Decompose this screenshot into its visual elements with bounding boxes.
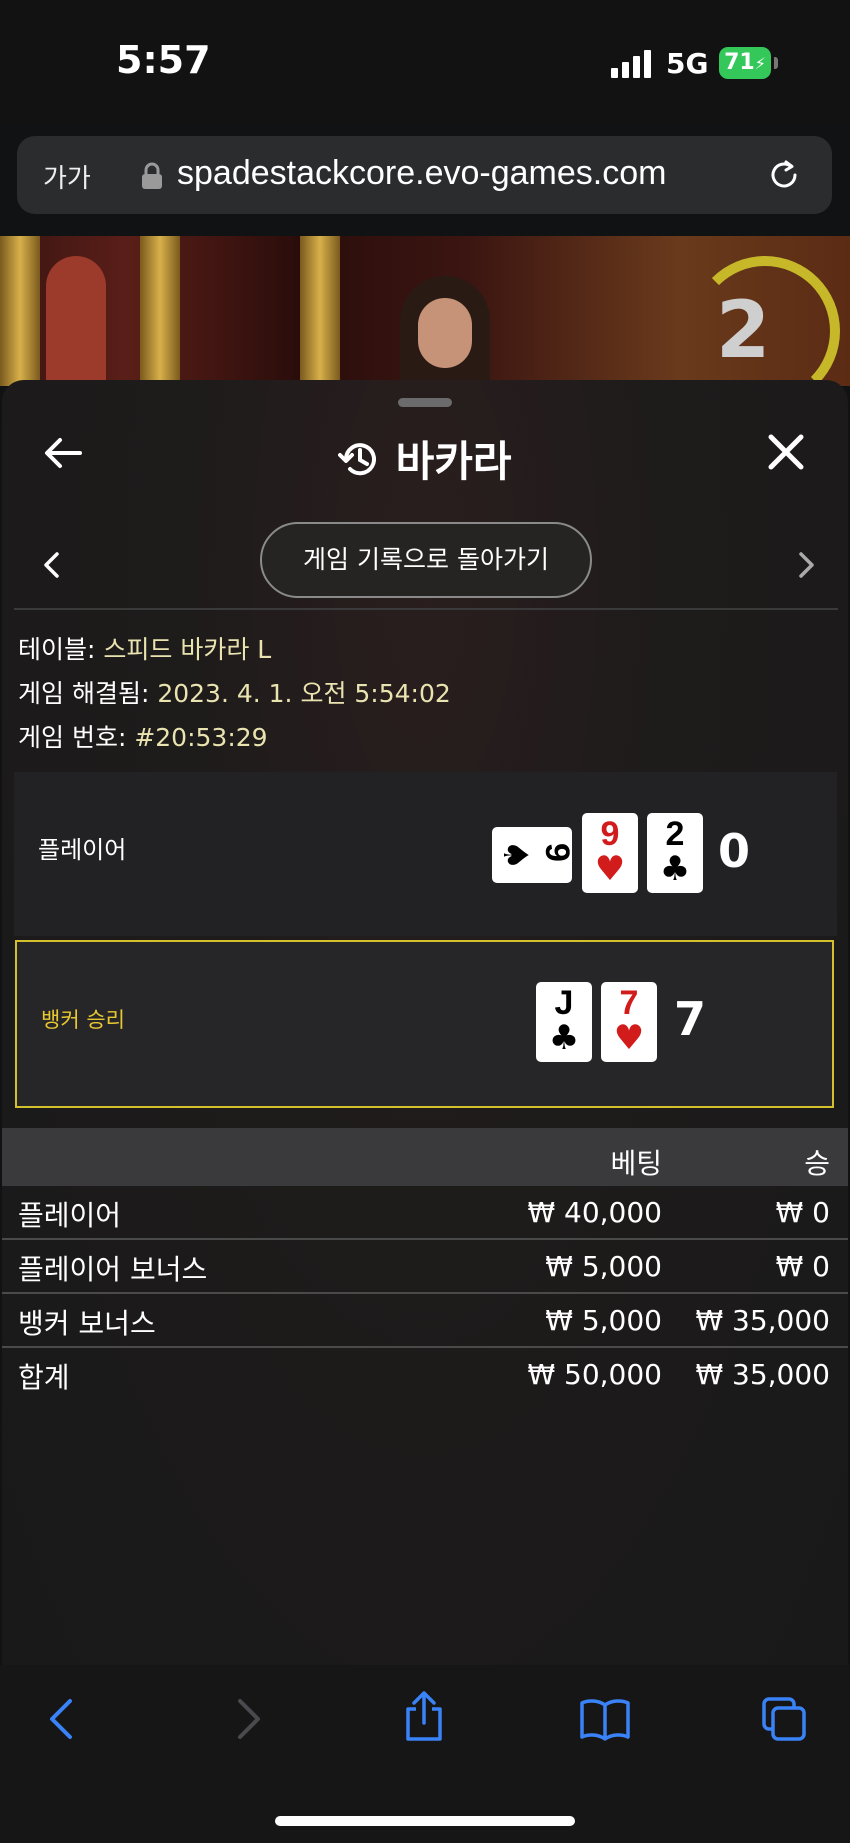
bet-label: 플레이어: [18, 1199, 122, 1232]
reload-icon[interactable]: [765, 156, 803, 194]
clock: 5:57: [116, 38, 211, 82]
table-row: 플레이어 보너스 ₩ 5,000 ₩ 0: [2, 1240, 848, 1294]
back-icon[interactable]: [40, 1695, 88, 1743]
game-number-label: 게임 번호:: [18, 723, 135, 752]
bet-column-header: 베팅: [610, 1147, 662, 1180]
signal-icon: [611, 50, 653, 78]
table-row: 플레이어 ₩ 40,000 ₩ 0: [2, 1186, 848, 1240]
resolved-info: 게임 해결됨: 2023. 4. 1. 오전 5:54:02: [18, 674, 451, 710]
banker-card-2: 7 ♥: [601, 982, 657, 1062]
banker-score: 7: [674, 992, 707, 1046]
banker-card-1: J ♣: [536, 982, 592, 1062]
close-icon[interactable]: [766, 432, 806, 472]
history-panel: 바카라 게임 기록으로 돌아가기 테이블: 스피드 바카라 L 게임 해결됨: …: [2, 380, 848, 1665]
player-result-row: 플레이어 9 ♠ 9 ♥ 2 ♣ 0: [14, 772, 837, 936]
bet-amount: ₩ 40,000: [527, 1196, 662, 1229]
win-amount: ₩ 0: [775, 1196, 830, 1229]
bets-table: 베팅 승 플레이어 ₩ 40,000 ₩ 0 플레이어 보너스 ₩ 5,000 …: [2, 1128, 848, 1400]
share-icon[interactable]: [400, 1689, 448, 1743]
history-icon: [338, 442, 377, 475]
card-suit-icon: ♥: [594, 849, 626, 889]
resolved-value: 2023. 4. 1. 오전 5:54:02: [157, 679, 451, 708]
battery-icon: 71⚡: [719, 47, 771, 79]
tabs-icon[interactable]: [760, 1695, 808, 1743]
panel-title: 바카라: [395, 437, 512, 486]
win-amount: ₩ 35,000: [695, 1304, 830, 1337]
text-size-button[interactable]: 가가: [43, 158, 91, 195]
countdown-number: 2: [716, 286, 771, 376]
bet-label: 뱅커 보너스: [18, 1307, 156, 1340]
home-indicator[interactable]: [275, 1816, 575, 1826]
win-column-header: 승: [804, 1147, 830, 1180]
video-pillar-left: [0, 236, 40, 386]
table-info: 테이블: 스피드 바카라 L: [18, 630, 271, 666]
video-pillar-mid2: [300, 236, 340, 386]
lock-icon: [142, 162, 162, 189]
win-amount: ₩ 0: [775, 1250, 830, 1283]
card-rank: 9: [538, 843, 577, 862]
bets-table-header: 베팅 승: [2, 1128, 848, 1186]
banker-win-label: 뱅커 승리: [41, 1008, 125, 1032]
resolved-label: 게임 해결됨:: [18, 679, 158, 708]
live-video: 2: [0, 236, 850, 386]
network-type: 5G: [666, 47, 709, 80]
drag-handle[interactable]: [398, 398, 452, 407]
next-game-chevron-icon[interactable]: [796, 550, 818, 580]
video-pillar-mid: [140, 236, 180, 386]
status-bar: 5:57 5G 71⚡: [0, 0, 850, 125]
card-suit-icon: ♥: [613, 1018, 645, 1058]
battery-level: 71: [724, 50, 755, 75]
game-number-value: #20:53:29: [134, 723, 268, 752]
panel-header: 바카라: [2, 428, 848, 489]
video-dealer-face: [418, 298, 472, 368]
player-label: 플레이어: [38, 836, 127, 864]
forward-icon[interactable]: [222, 1695, 270, 1743]
player-card-1: 9 ♠: [492, 827, 576, 883]
banker-result-row: 뱅커 승리 J ♣ 7 ♥ 7: [15, 940, 834, 1108]
bet-amount: ₩ 5,000: [545, 1250, 662, 1283]
player-card-2: 9 ♥: [582, 813, 638, 893]
card-suit-icon: ♠: [495, 839, 536, 871]
address-bar[interactable]: 가가 spadestackcore.evo-games.com: [17, 136, 832, 214]
battery-cap: [774, 57, 778, 69]
divider: [14, 608, 838, 610]
bet-amount: ₩ 5,000: [545, 1304, 662, 1337]
card-suit-icon: ♣: [659, 849, 691, 889]
total-row: 합계 ₩ 50,000 ₩ 35,000: [2, 1348, 848, 1400]
player-card-3: 2 ♣: [647, 813, 703, 893]
total-win-amount: ₩ 35,000: [695, 1358, 830, 1391]
previous-game-chevron-icon[interactable]: [40, 550, 62, 580]
bookmarks-icon[interactable]: [578, 1695, 632, 1743]
back-to-history-button[interactable]: 게임 기록으로 돌아가기: [260, 522, 592, 598]
card-suit-icon: ♣: [548, 1018, 580, 1058]
video-background-dealer: [46, 256, 106, 386]
total-bet-amount: ₩ 50,000: [527, 1358, 662, 1391]
total-label: 합계: [18, 1361, 70, 1394]
url-text[interactable]: spadestackcore.evo-games.com: [177, 154, 666, 193]
bet-label: 플레이어 보너스: [18, 1253, 208, 1286]
table-label: 테이블:: [18, 635, 104, 664]
game-number-info: 게임 번호: #20:53:29: [18, 718, 268, 754]
player-score: 0: [718, 824, 751, 878]
table-row: 뱅커 보너스 ₩ 5,000 ₩ 35,000: [2, 1294, 848, 1348]
table-value: 스피드 바카라 L: [103, 635, 272, 664]
